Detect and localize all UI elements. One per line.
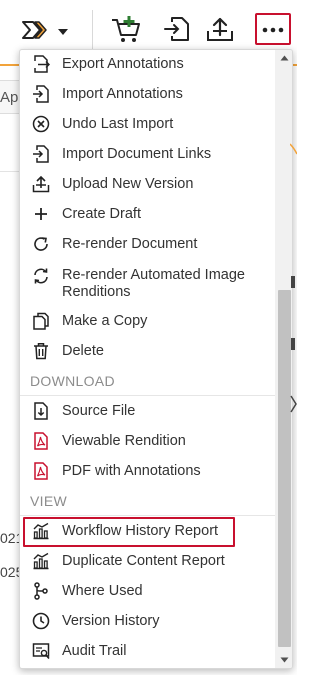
menu-list: Export Annotations Import Annotations Un… — [20, 50, 275, 666]
ellipsis-icon — [262, 20, 284, 38]
background-tab: Ap — [0, 80, 20, 114]
menu-item-source-file[interactable]: Source File — [20, 396, 275, 426]
menu-item-export-annotations[interactable]: Export Annotations — [20, 50, 275, 79]
menu-item-make-a-copy[interactable]: Make a Copy — [20, 306, 275, 336]
menu-item-label: Create Draft — [62, 206, 141, 222]
menu-item-audit-trail[interactable]: Audit Trail — [20, 636, 275, 666]
more-actions-button[interactable] — [255, 13, 291, 45]
menu-item-create-draft[interactable]: Create Draft — [20, 199, 275, 229]
menu-item-undo-last-import[interactable]: Undo Last Import — [20, 109, 275, 139]
trash-icon — [32, 342, 50, 360]
cart-plus-icon — [110, 14, 142, 49]
menu-item-viewable-rendition[interactable]: Viewable Rendition — [20, 426, 275, 456]
menu-item-label: Import Document Links — [62, 146, 212, 162]
clock-icon — [32, 612, 50, 630]
menu-item-label: Export Annotations — [62, 56, 184, 72]
import-icon — [164, 15, 190, 48]
menu-item-version-history[interactable]: Version History — [20, 606, 275, 636]
menu-item-label: Duplicate Content Report — [62, 553, 225, 569]
menu-item-label: Audit Trail — [62, 643, 127, 659]
menu-item-label: Re-render Document — [62, 236, 198, 252]
more-actions-menu: Export Annotations Import Annotations Un… — [19, 49, 293, 669]
background-page — [0, 66, 20, 675]
download-file-icon — [32, 402, 50, 420]
import-button[interactable] — [161, 14, 193, 48]
menu-item-pdf-with-annotations[interactable]: PDF with Annotations — [20, 456, 275, 486]
app-root: Ap 021 025 Export Annotations Import Ann… — [0, 0, 297, 675]
menu-item-import-annotations[interactable]: Import Annotations — [20, 79, 275, 109]
audit-icon — [32, 642, 50, 660]
section-header-download: DOWNLOAD — [20, 366, 275, 396]
import-icon — [32, 145, 50, 163]
menu-item-label: Viewable Rendition — [62, 433, 186, 449]
copy-icon — [32, 312, 50, 330]
menu-item-label: Re-render Automated Image Renditions — [62, 267, 245, 300]
menu-item-label: Upload New Version — [62, 176, 194, 192]
pdf-icon — [32, 432, 50, 450]
export-icon — [32, 55, 50, 73]
menu-item-label: Make a Copy — [62, 313, 148, 329]
report-chart-icon — [32, 552, 50, 570]
background-tab-label: Ap — [0, 89, 19, 106]
menu-item-label: Import Annotations — [62, 86, 183, 102]
add-to-cart-button[interactable] — [108, 14, 144, 48]
menu-item-label: Workflow History Report — [62, 523, 219, 539]
background-page-right — [289, 66, 297, 675]
scroll-up-arrow[interactable] — [275, 50, 292, 66]
menu-item-workflow-history-report[interactable]: Workflow History Report — [20, 516, 275, 547]
menu-item-label: PDF with Annotations — [62, 463, 201, 479]
plus-icon — [32, 205, 50, 223]
chevron-down-icon — [57, 23, 69, 41]
workflow-chevron-icon — [21, 19, 51, 46]
branch-icon — [32, 582, 50, 600]
menu-item-label: Source File — [62, 403, 136, 419]
refresh-icon — [32, 235, 50, 253]
menu-item-re-render-automated-image-renditions[interactable]: Re-render Automated Image Renditions — [20, 259, 275, 306]
menu-item-re-render-document[interactable]: Re-render Document — [20, 229, 275, 259]
import-icon — [32, 85, 50, 103]
menu-item-duplicate-content-report[interactable]: Duplicate Content Report — [20, 546, 275, 576]
toolbar-divider — [92, 10, 93, 52]
upload-icon — [32, 175, 50, 193]
sync-icon — [32, 267, 50, 285]
background-divider — [0, 171, 20, 172]
upload-icon — [205, 15, 235, 48]
menu-item-where-used[interactable]: Where Used — [20, 576, 275, 606]
menu-item-upload-new-version[interactable]: Upload New Version — [20, 169, 275, 199]
menu-item-label: Where Used — [62, 583, 143, 599]
menu-item-delete[interactable]: Delete — [20, 336, 275, 366]
menu-item-label: Delete — [62, 343, 104, 359]
pdf-icon — [32, 462, 50, 480]
menu-item-label: Version History — [62, 613, 160, 629]
menu-item-import-document-links[interactable]: Import Document Links — [20, 139, 275, 169]
report-chart-icon — [32, 522, 50, 540]
workflow-dropdown[interactable] — [18, 17, 72, 47]
upload-button[interactable] — [203, 14, 237, 48]
section-header-view: VIEW — [20, 486, 275, 516]
circle-x-icon — [32, 115, 50, 133]
menu-item-label: Undo Last Import — [62, 116, 174, 132]
